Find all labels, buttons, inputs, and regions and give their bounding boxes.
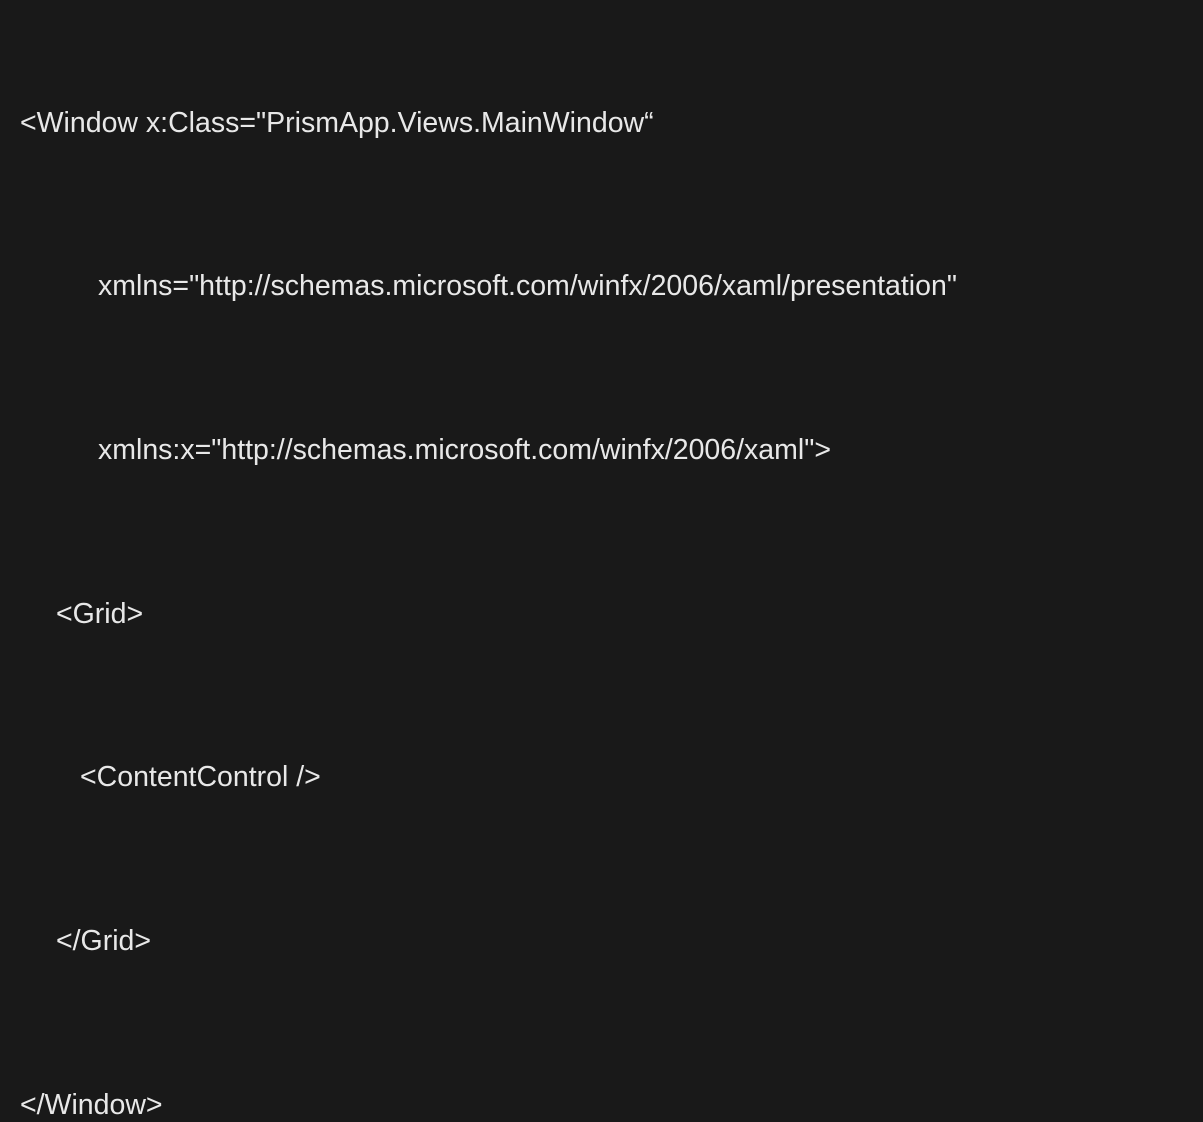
- code-line: </Grid>: [20, 922, 1183, 962]
- code-line: xmlns:x="http://schemas.microsoft.com/wi…: [20, 431, 1183, 471]
- code-line: xmlns="http://schemas.microsoft.com/winf…: [20, 267, 1183, 307]
- code-line: <Window x:Class="PrismApp.Views.MainWind…: [20, 104, 1183, 144]
- code-line: <Grid>: [20, 595, 1183, 635]
- xaml-code-snippet: <Window x:Class="PrismApp.Views.MainWind…: [20, 24, 1183, 1122]
- code-line: <ContentControl />: [20, 758, 1183, 798]
- code-line: </Window>: [20, 1086, 1183, 1122]
